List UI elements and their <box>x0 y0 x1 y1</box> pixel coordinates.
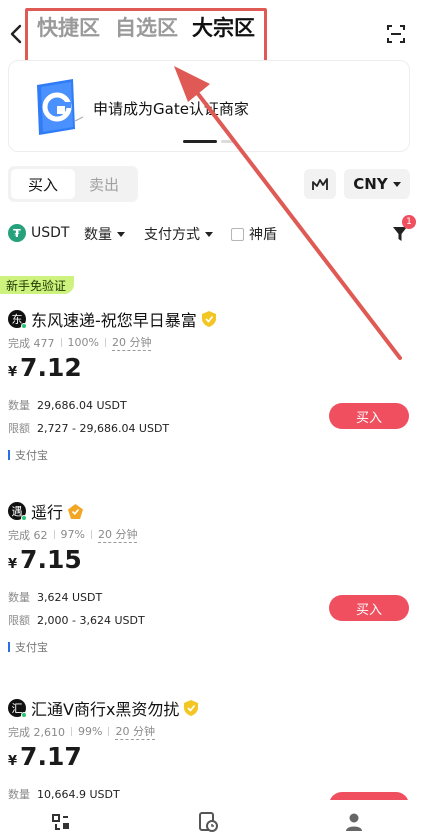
profile-icon[interactable] <box>344 812 364 832</box>
amount-row: 数量 29,686.04 USDT <box>8 399 127 412</box>
buy-button[interactable]: 买入 <box>329 403 409 429</box>
buy-tab[interactable]: 买入 <box>11 169 75 199</box>
amount-row: 数量 3,624 USDT <box>8 591 103 604</box>
filter-icon[interactable] <box>393 226 407 242</box>
shield-label: 神盾 <box>249 227 277 243</box>
coin-filter[interactable]: ₮ USDT <box>8 224 69 242</box>
tab-quick[interactable]: 快捷区 <box>37 12 100 42</box>
merchant-badge-icon <box>68 503 84 519</box>
merchant-name[interactable]: 汇通V商行x黑资勿扰 <box>31 696 179 720</box>
chart-icon <box>312 178 328 190</box>
amount-filter-label: 数量 <box>84 227 112 243</box>
merchant-stats: 完成 2,610 99% 20 分钟 <box>8 725 155 740</box>
usdt-icon: ₮ <box>8 224 26 242</box>
payment-method: 支付宝 <box>8 639 48 655</box>
avatar: 遇 <box>8 502 27 521</box>
amount-filter[interactable]: 数量 <box>84 224 125 244</box>
sell-tab[interactable]: 卖出 <box>72 169 136 199</box>
limit-row: 限额 2,000 - 3,624 USDT <box>8 614 145 627</box>
chevron-down-icon <box>392 181 401 187</box>
p2p-icon[interactable] <box>51 812 71 832</box>
payment-filter-label: 支付方式 <box>144 227 200 243</box>
orders-icon[interactable] <box>198 812 218 832</box>
payment-filter[interactable]: 支付方式 <box>144 224 213 244</box>
shield-filter[interactable]: 神盾 <box>231 224 277 244</box>
avatar: 东 <box>8 310 27 329</box>
price: ¥ 7.17 <box>8 742 82 771</box>
tab-bulk[interactable]: 大宗区 <box>192 12 255 42</box>
filter-count-badge: 1 <box>402 215 416 229</box>
verified-shield-icon <box>184 700 199 716</box>
merchant-name[interactable]: 遥行 <box>31 499 63 523</box>
payment-method: 支付宝 <box>8 447 48 463</box>
new-user-badge: 新手免验证 <box>0 276 75 294</box>
filter-bar: ₮ USDT 数量 支付方式 神盾 1 <box>0 215 422 246</box>
merchant-stats: 完成 477 100% 20 分钟 <box>8 336 152 351</box>
currency-select[interactable]: CNY <box>344 169 410 199</box>
merchant-stats: 完成 62 97% 20 分钟 <box>8 528 138 543</box>
merchant-name[interactable]: 东风速递-祝您早日暴富 <box>31 307 197 331</box>
price: ¥ 7.12 <box>8 353 82 382</box>
buy-button[interactable]: 买入 <box>329 595 409 621</box>
currency-label: CNY <box>353 175 388 193</box>
chevron-down-icon <box>117 231 125 237</box>
banner-text: 申请成为Gate认证商家 <box>93 100 249 118</box>
buy-sell-toggle: 买入 卖出 <box>8 166 138 202</box>
limit-row: 限额 2,727 - 29,686.04 USDT <box>8 422 170 435</box>
verified-shield-icon <box>201 311 216 327</box>
gate-logo-icon <box>37 79 84 135</box>
avatar: 汇 <box>8 699 27 718</box>
bottom-nav <box>0 800 422 834</box>
chevron-down-icon <box>205 231 213 237</box>
chart-button[interactable] <box>304 169 336 199</box>
tab-favorites[interactable]: 自选区 <box>115 12 178 42</box>
coin-label: USDT <box>31 225 70 241</box>
scan-icon[interactable] <box>386 24 406 44</box>
carousel-indicator <box>183 140 235 143</box>
merchant-banner[interactable]: 申请成为Gate认证商家 <box>8 60 410 152</box>
shield-checkbox[interactable] <box>231 227 244 241</box>
price: ¥ 7.15 <box>8 545 82 574</box>
